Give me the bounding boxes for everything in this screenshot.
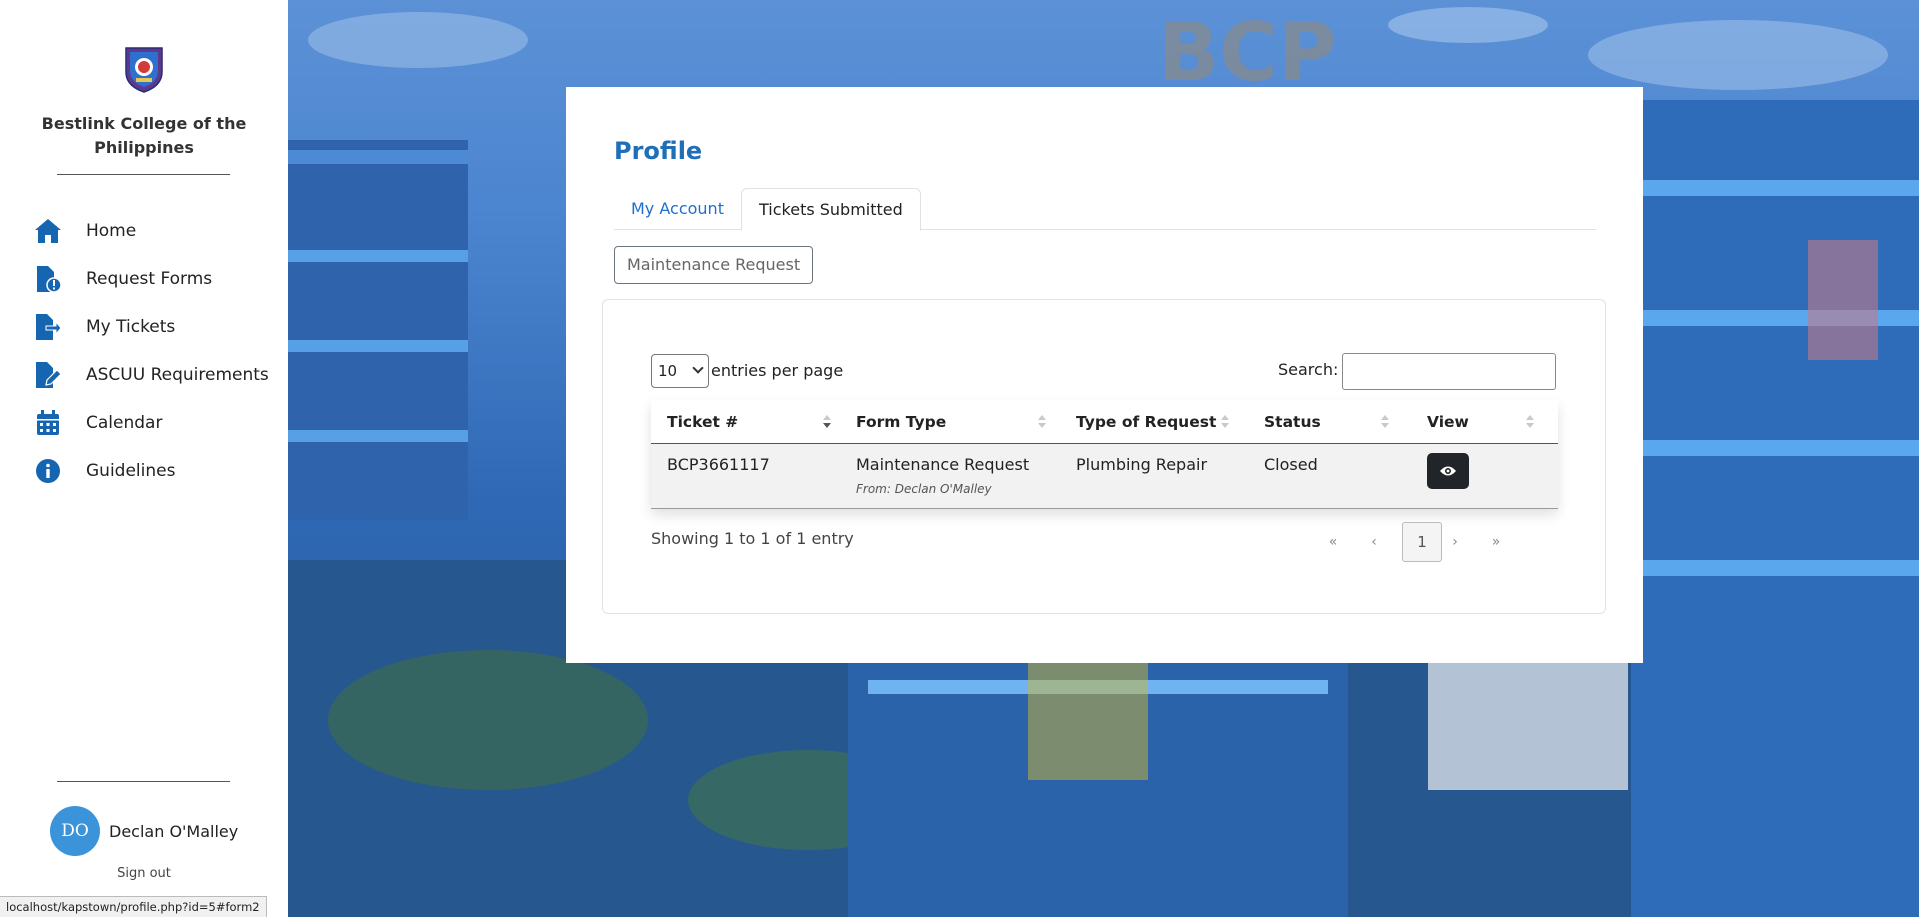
sidebar-item-label: Guidelines	[86, 461, 176, 481]
sidebar-item-my-tickets[interactable]: My Tickets	[34, 311, 175, 343]
view-button[interactable]	[1427, 453, 1469, 489]
sidebar: Bestlink College of the Philippines Home…	[0, 0, 288, 917]
chevron-down-icon	[692, 362, 704, 374]
column-header-label: View	[1427, 413, 1469, 431]
sort-icon	[1038, 415, 1046, 429]
column-header-label: Type of Request	[1076, 413, 1217, 431]
eye-icon	[1439, 462, 1457, 481]
search-input[interactable]	[1342, 353, 1556, 390]
tickets-table: Ticket # Form Type Type of Request Statu…	[651, 400, 1558, 509]
pagination-last[interactable]: »	[1485, 522, 1507, 562]
sort-icon	[823, 415, 831, 429]
brand-name: Bestlink College of the Philippines	[41, 114, 247, 157]
sidebar-item-label: Calendar	[86, 413, 163, 433]
calendar-icon	[34, 409, 62, 437]
sidebar-divider	[57, 781, 230, 782]
file-exclamation-icon	[34, 265, 62, 293]
column-header-label: Status	[1264, 413, 1321, 431]
column-header-form-type[interactable]: Form Type	[840, 400, 1060, 444]
tickets-panel: 10 entries per page Search: Ticket # For…	[602, 299, 1606, 614]
entries-per-page-select[interactable]: 10	[651, 354, 709, 388]
sign-out-link[interactable]: Sign out	[0, 866, 288, 881]
sort-icon	[1221, 415, 1229, 429]
pagination-page-1[interactable]: 1	[1402, 522, 1442, 562]
cell-status: Closed	[1264, 455, 1318, 474]
sidebar-item-label: ASCUU Requirements	[86, 365, 269, 385]
table-header: Ticket # Form Type Type of Request Statu…	[651, 400, 1558, 444]
sort-icon	[1526, 415, 1534, 429]
table-row: BCP3661117 Maintenance Request From: Dec…	[651, 444, 1558, 509]
sort-icon	[1381, 415, 1389, 429]
cell-ticket: BCP3661117	[667, 455, 770, 474]
sidebar-item-guidelines[interactable]: Guidelines	[34, 455, 175, 487]
column-header-view[interactable]: View	[1411, 400, 1558, 444]
status-bar-url: localhost/kapstown/profile.php?id=5#form…	[0, 896, 267, 917]
sidebar-item-label: Request Forms	[86, 269, 213, 289]
tab-tickets-submitted[interactable]: Tickets Submitted	[741, 188, 921, 231]
svg-text:BCP: BCP	[1158, 6, 1336, 99]
sidebar-item-home[interactable]: Home	[34, 215, 136, 247]
cell-from: From: Declan O'Malley	[856, 482, 992, 496]
maintenance-request-button[interactable]: Maintenance Request	[614, 246, 814, 284]
profile-tabs: My Account Tickets Submitted	[614, 188, 1596, 231]
pagination-next[interactable]: ›	[1444, 522, 1466, 562]
page-title: Profile	[614, 137, 703, 165]
profile-card: Profile My Account Tickets Submitted Mai…	[566, 87, 1643, 663]
entries-per-page-value: 10	[658, 362, 678, 380]
user-name: Declan O'Malley	[109, 821, 239, 841]
sidebar-item-request-forms[interactable]: Request Forms	[34, 263, 212, 295]
college-logo	[122, 46, 166, 94]
sidebar-item-label: Home	[86, 221, 137, 241]
column-header-ticket[interactable]: Ticket #	[651, 400, 840, 444]
entries-per-page-label: entries per page	[711, 361, 844, 380]
tab-my-account[interactable]: My Account	[614, 188, 741, 230]
cell-form-type: Maintenance Request	[856, 455, 1030, 474]
search-label: Search:	[1278, 360, 1339, 379]
sidebar-item-ascuu-requirements[interactable]: ASCUU Requirements	[34, 359, 269, 391]
home-icon	[34, 217, 62, 245]
column-header-type-of-request[interactable]: Type of Request	[1060, 400, 1248, 444]
info-circle-icon	[34, 457, 62, 485]
avatar: DO	[50, 806, 100, 856]
file-export-icon	[34, 313, 62, 341]
user-profile[interactable]: DO Declan O'Malley	[50, 806, 238, 856]
column-header-label: Ticket #	[667, 413, 739, 431]
sidebar-item-calendar[interactable]: Calendar	[34, 407, 162, 439]
table-info: Showing 1 to 1 of 1 entry	[651, 529, 854, 548]
cell-type-of-request: Plumbing Repair	[1076, 455, 1208, 474]
sidebar-item-label: My Tickets	[86, 317, 176, 337]
pagination-first[interactable]: «	[1322, 522, 1344, 562]
file-pen-icon	[34, 361, 62, 389]
column-header-label: Form Type	[856, 413, 947, 431]
sidebar-divider	[57, 174, 230, 175]
column-header-status[interactable]: Status	[1248, 400, 1411, 444]
pagination-previous[interactable]: ‹	[1363, 522, 1385, 562]
